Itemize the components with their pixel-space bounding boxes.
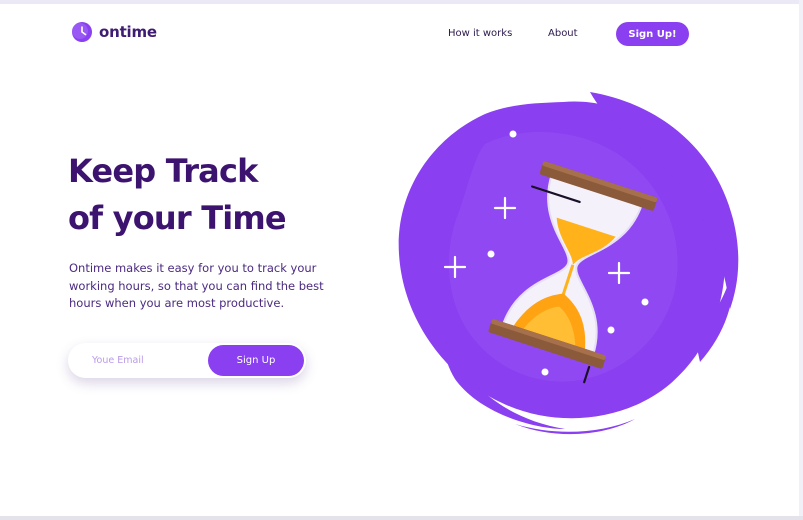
hero-title-line-2: of your Time xyxy=(68,199,287,237)
window-bottom-edge xyxy=(0,516,803,520)
window-top-edge xyxy=(0,0,803,4)
nav-about[interactable]: About xyxy=(548,28,578,39)
hero-title-line-1: Keep Track xyxy=(68,152,258,190)
clock-icon xyxy=(72,22,92,42)
header-signup-button[interactable]: Sign Up! xyxy=(616,22,689,46)
brand-name: ontime xyxy=(99,23,157,41)
window-right-edge xyxy=(799,0,803,520)
hero-illustration xyxy=(385,84,745,439)
nav-how-it-works[interactable]: How it works xyxy=(448,28,512,39)
logo[interactable]: ontime xyxy=(71,21,157,43)
email-field[interactable] xyxy=(68,343,208,378)
hero-description: Ontime makes it easy for you to track yo… xyxy=(69,261,324,310)
signup-submit-button[interactable]: Sign Up xyxy=(208,345,304,376)
hourglass-icon xyxy=(398,92,739,435)
signup-form: Sign Up xyxy=(68,343,306,378)
hero-title: Keep Track of your Time xyxy=(68,148,287,242)
